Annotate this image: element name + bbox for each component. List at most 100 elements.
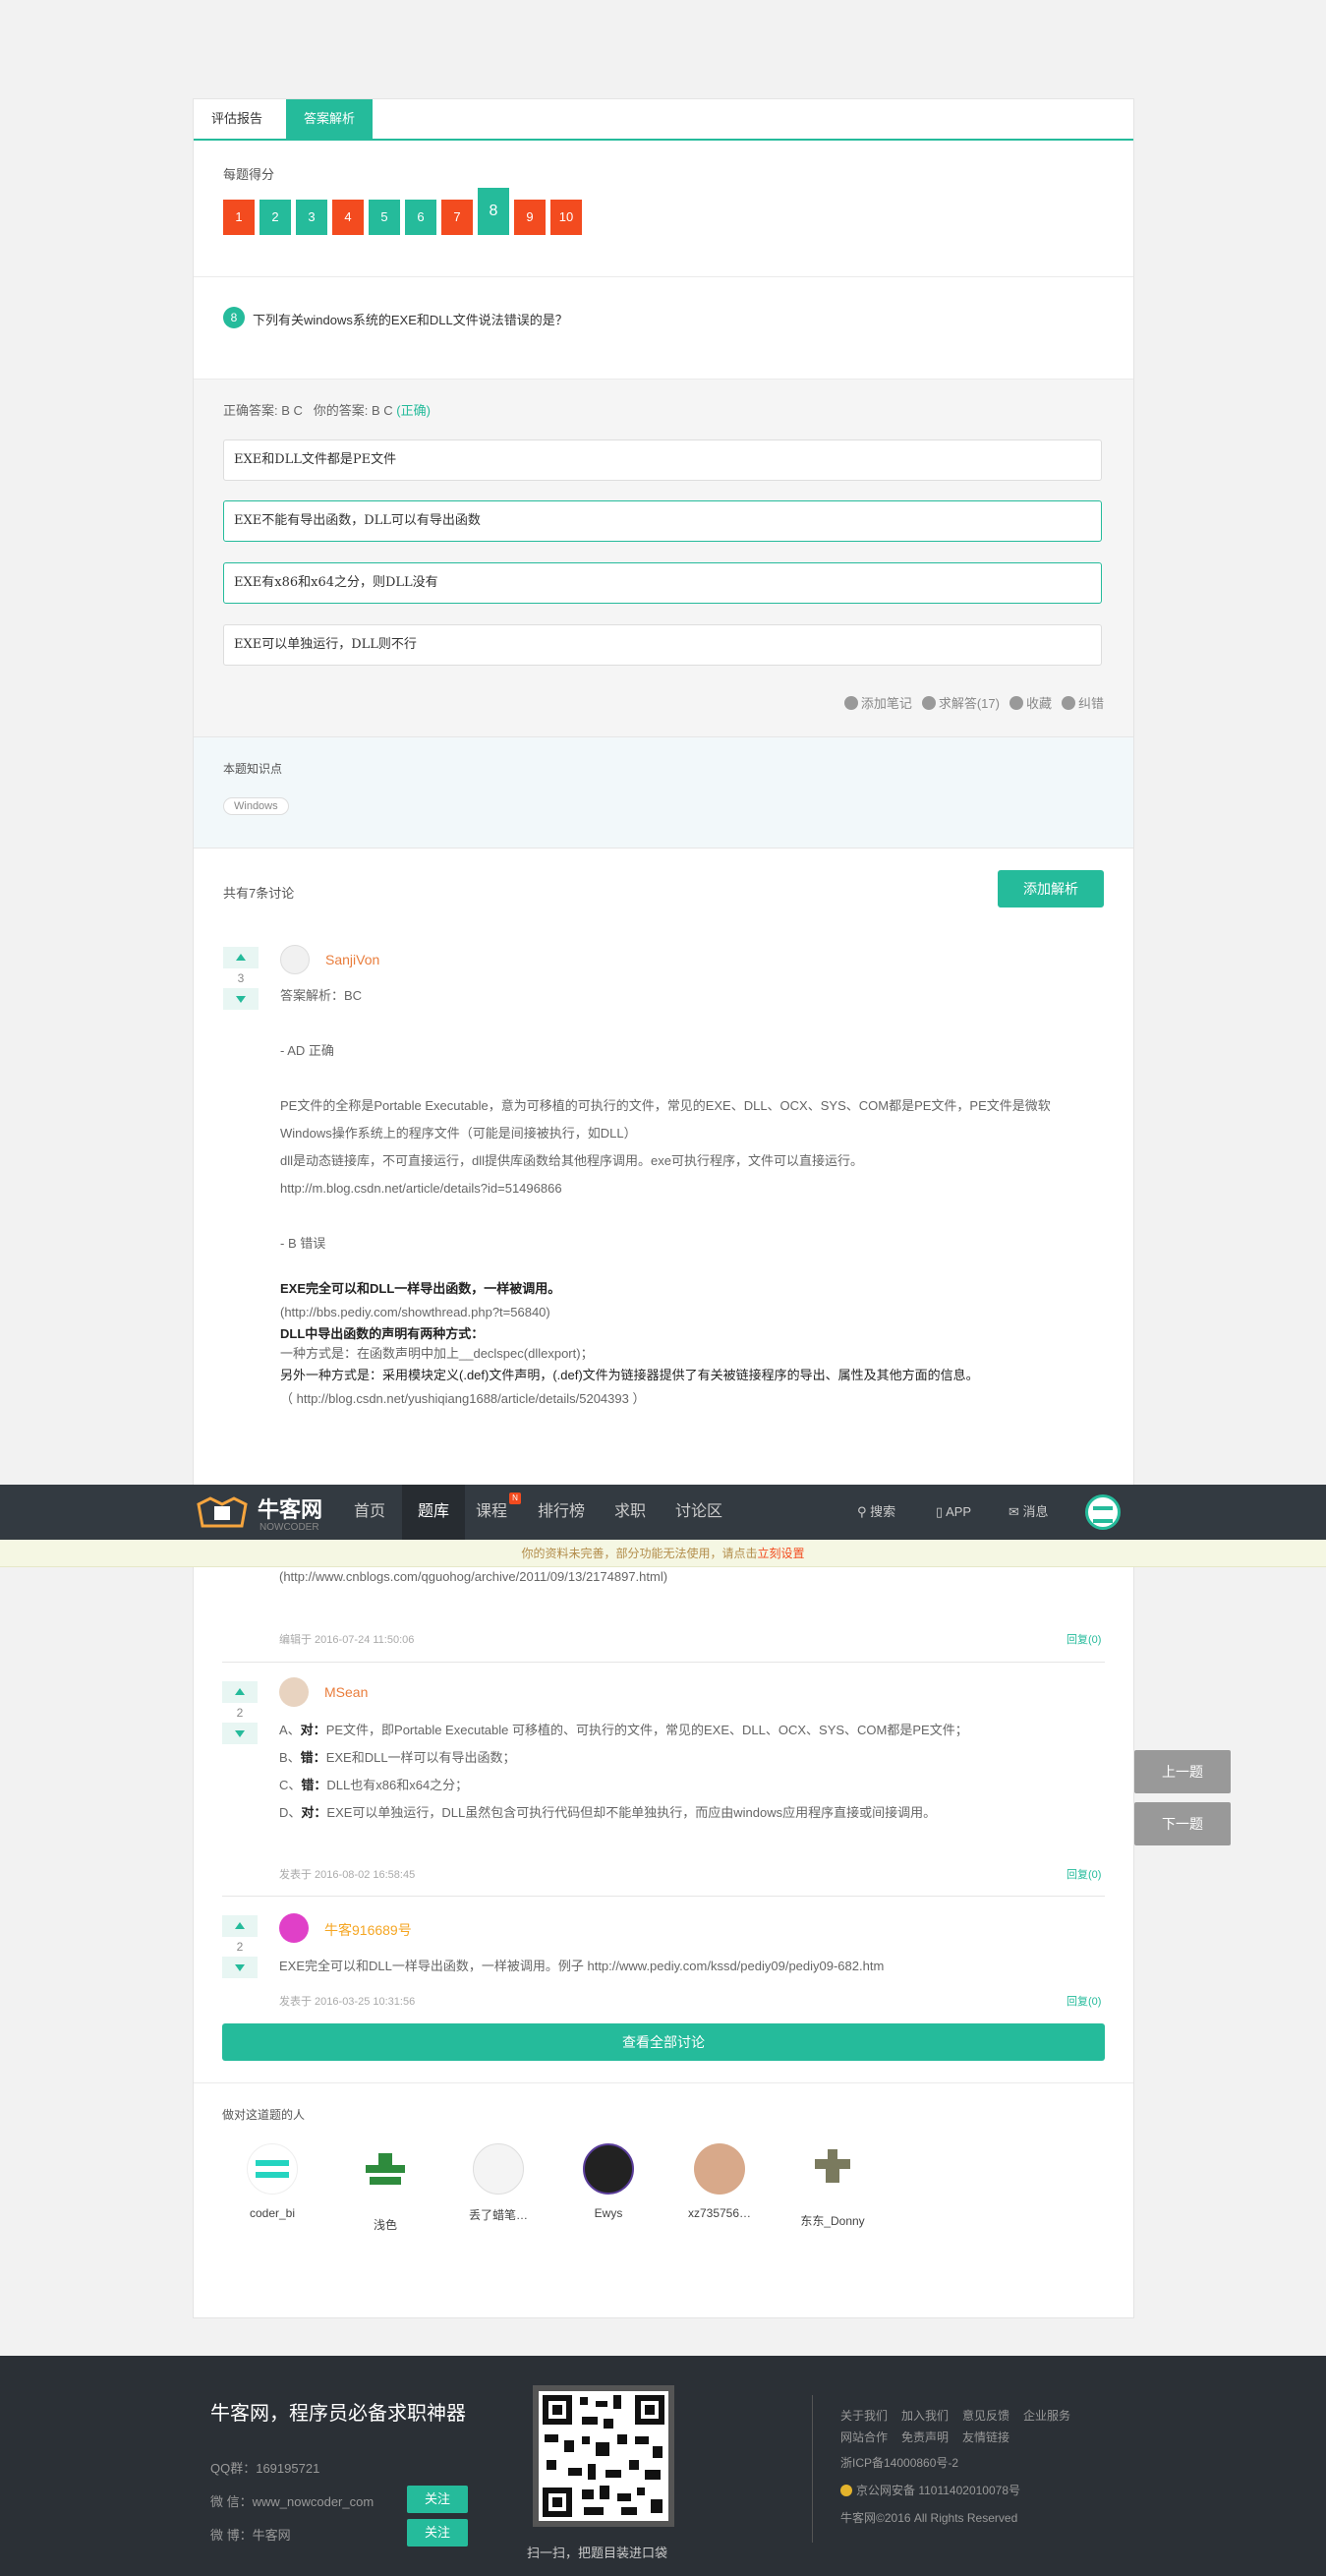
top-navbar: 牛客网 NOWCODER 首页 题库 课程 N 排行榜 求职 讨论区 ⚲ 搜索 …: [0, 1485, 1326, 1540]
nav-question-bank[interactable]: 题库: [402, 1485, 466, 1540]
downvote-icon[interactable]: [223, 988, 259, 1010]
app-button[interactable]: ▯ APP: [936, 1485, 971, 1540]
person-item[interactable]: 浅色: [331, 2143, 439, 2233]
person-item[interactable]: xz735756…: [665, 2143, 774, 2220]
comment-user[interactable]: SanjiVon: [325, 952, 379, 967]
score-item[interactable]: 9: [514, 200, 546, 235]
nav-forum[interactable]: 讨论区: [675, 1485, 722, 1540]
footer-copyright: 牛客网©2016 All Rights Reserved: [840, 2511, 1018, 2525]
score-item[interactable]: 6: [405, 200, 436, 235]
avatar: [473, 2143, 524, 2195]
person-item[interactable]: 东东_Donny: [778, 2143, 887, 2229]
footer-link-feedback[interactable]: 意见反馈: [962, 2407, 1009, 2424]
chat-icon: [921, 696, 936, 710]
scores-label: 每题得分: [223, 167, 275, 182]
upvote-icon[interactable]: [222, 1915, 258, 1937]
correct-people-label: 做对这道题的人: [222, 2108, 306, 2122]
tab-report[interactable]: 评估报告: [194, 99, 280, 139]
score-list: 1 2 3 4 5 6 7 8 9 10: [223, 188, 582, 235]
answer-card: 评估报告 答案解析 每题得分 1 2 3 4 5 6 7 8 9 10 8 下列…: [193, 98, 1134, 2318]
brand-name[interactable]: 牛客网: [258, 1493, 322, 1524]
add-analysis-button[interactable]: 添加解析: [998, 870, 1104, 907]
footer-link-friends[interactable]: 友情链接: [962, 2429, 1009, 2445]
messages-button[interactable]: ✉ 消息: [1009, 1485, 1049, 1540]
nav-jobs[interactable]: 求职: [614, 1485, 646, 1540]
score-item[interactable]: 2: [259, 200, 291, 235]
tab-analysis[interactable]: 答案解析: [286, 99, 374, 139]
score-item[interactable]: 4: [332, 200, 364, 235]
footer-link-about[interactable]: 关于我们: [840, 2407, 888, 2424]
phone-icon: ▯: [936, 1504, 944, 1519]
reply-link[interactable]: 回复(0): [1067, 1866, 1101, 1882]
user-avatar[interactable]: [1085, 1494, 1121, 1530]
report-button[interactable]: 纠错: [1061, 693, 1104, 712]
avatar[interactable]: [279, 1913, 309, 1943]
add-note-button[interactable]: 添加笔记: [843, 693, 912, 712]
avatar[interactable]: [280, 945, 310, 974]
comment-body: EXE完全可以和DLL一样导出函数，一样被调用。例子 http://www.pe…: [279, 1959, 885, 1973]
footer-weibo: 微 博：牛客网: [210, 2528, 291, 2543]
nav-ranking[interactable]: 排行榜: [538, 1485, 585, 1540]
follow-wechat-button[interactable]: 关注: [407, 2486, 468, 2513]
reply-link[interactable]: 回复(0): [1067, 1631, 1101, 1647]
answer-result: (正确): [396, 403, 431, 418]
downvote-icon[interactable]: [222, 1723, 258, 1744]
avatar: [247, 2143, 298, 2195]
question-text: 下列有关windows系统的EXE和DLL文件说法错误的是？: [253, 313, 568, 327]
person-item[interactable]: Ewys: [554, 2143, 663, 2220]
favorite-button[interactable]: 收藏: [1009, 693, 1052, 712]
search-button[interactable]: ⚲ 搜索: [857, 1485, 895, 1540]
score-item[interactable]: 10: [550, 200, 582, 235]
ask-button[interactable]: 求解答(17): [921, 693, 1000, 712]
question-number-icon: 8: [223, 307, 245, 328]
score-item[interactable]: 1: [223, 200, 255, 235]
footer-link-join[interactable]: 加入我们: [901, 2407, 949, 2424]
reply-link[interactable]: 回复(0): [1067, 1993, 1101, 2009]
next-question-button[interactable]: 下一题: [1134, 1802, 1231, 1845]
comment-user[interactable]: 牛客916689号: [324, 1920, 412, 1940]
view-all-discussions-button[interactable]: 查看全部讨论: [222, 2023, 1105, 2061]
upvote-icon[interactable]: [223, 947, 259, 968]
footer-link-cooperation[interactable]: 网站合作: [840, 2429, 888, 2445]
score-item-current[interactable]: 8: [478, 188, 509, 235]
knowledge-section: [194, 736, 1133, 849]
knowledge-tag[interactable]: Windows: [223, 797, 289, 815]
avatar: [694, 2143, 745, 2195]
person-item[interactable]: 丢了蜡笔…: [444, 2143, 552, 2223]
nav-home[interactable]: 首页: [354, 1485, 385, 1540]
note-icon: [843, 696, 858, 710]
follow-weibo-button[interactable]: 关注: [407, 2519, 468, 2547]
comment-time: 发表于 2016-08-02 16:58:45: [279, 1869, 416, 1881]
nowcoder-logo-icon[interactable]: [193, 1493, 252, 1532]
nav-course[interactable]: 课程: [476, 1485, 507, 1540]
footer-wechat: 微 信：www_nowcoder_com: [210, 2494, 375, 2509]
prev-question-button[interactable]: 上一题: [1134, 1750, 1231, 1793]
score-item[interactable]: 5: [369, 200, 400, 235]
vote-count: 2: [236, 1940, 244, 1954]
mail-icon: ✉: [1009, 1504, 1019, 1519]
your-answer: 你的答案: B C: [313, 403, 393, 418]
divider: [222, 1662, 1105, 1663]
footer: 牛客网，程序员必备求职神器 QQ群：169195721 微 信：www_nowc…: [0, 2356, 1326, 2576]
footer-link-enterprise[interactable]: 企业服务: [1023, 2407, 1070, 2424]
comment-body: A、对：PE文件，即Portable Executable 可移植的、可执行的文…: [279, 1723, 968, 1820]
vote-box: 2: [222, 1681, 258, 1744]
profile-settings-link[interactable]: 立刻设置: [758, 1547, 805, 1560]
vote-box: 3: [223, 947, 259, 1010]
footer-qq: QQ群：169195721: [210, 2461, 320, 2476]
score-item[interactable]: 7: [441, 200, 473, 235]
correct-answer: 正确答案: B C: [223, 403, 303, 418]
avatar[interactable]: [279, 1677, 309, 1707]
downvote-icon[interactable]: [222, 1957, 258, 1978]
divider: [222, 1896, 1105, 1897]
person-item[interactable]: coder_bi: [218, 2143, 326, 2220]
score-item[interactable]: 3: [296, 200, 327, 235]
comment-user[interactable]: MSean: [324, 1684, 368, 1700]
footer-link-disclaimer[interactable]: 免责声明: [901, 2429, 949, 2445]
avatar: [583, 2143, 634, 2195]
brand-sub: NOWCODER: [259, 1522, 319, 1533]
vote-count: 2: [236, 1706, 244, 1720]
option-d: EXE可以单独运行，DLL则不行: [223, 624, 1102, 666]
upvote-icon[interactable]: [222, 1681, 258, 1703]
footer-links-row: 网站合作 免责声明 友情链接: [840, 2429, 1009, 2445]
